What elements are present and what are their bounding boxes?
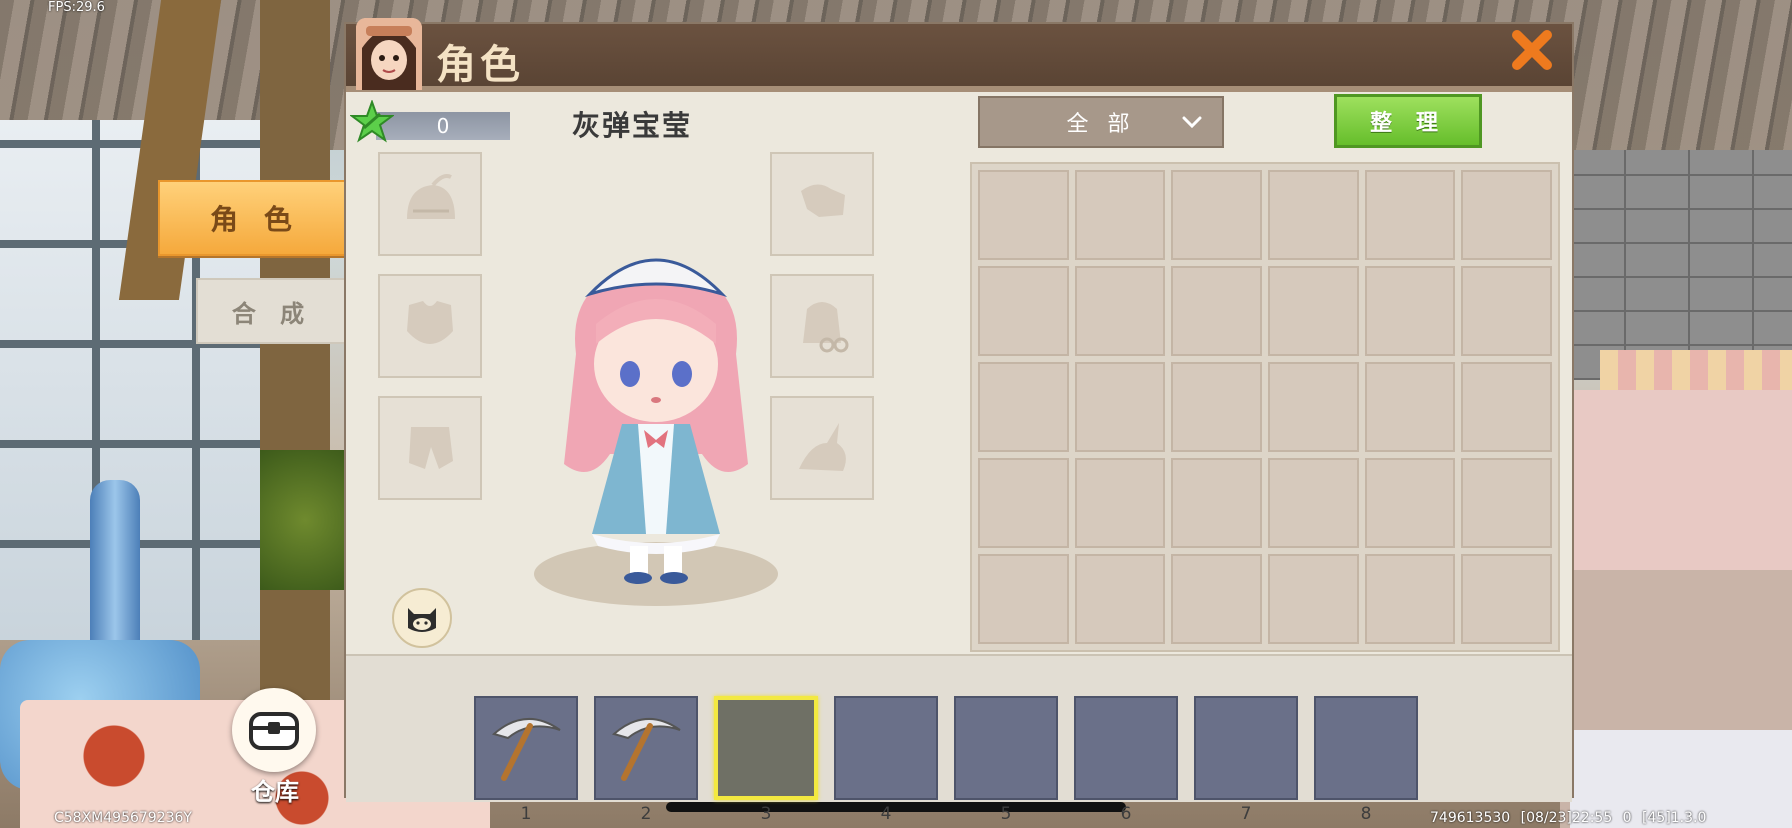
tab-craft[interactable]: 合 成	[196, 278, 348, 344]
pickaxe-icon	[491, 717, 561, 781]
fps-counter: FPS:29.6	[48, 0, 105, 15]
chest-icon	[249, 712, 299, 750]
star-icon	[349, 99, 395, 144]
hotbar-slot-number: 7	[1240, 804, 1252, 824]
panel-title: 角色	[436, 42, 524, 88]
hotbar-slot-number: 5	[1000, 804, 1012, 824]
hotbar-slot-5[interactable]	[954, 696, 1058, 800]
stone-wall	[1560, 150, 1792, 380]
pet-button[interactable]	[392, 588, 452, 648]
warehouse-button[interactable]	[232, 688, 316, 772]
tab-role-label: 角 色	[210, 203, 300, 236]
sort-button-label: 整 理	[1370, 111, 1446, 136]
avatar[interactable]	[356, 18, 422, 90]
hanging-plant	[260, 450, 350, 590]
inventory-slot[interactable]	[1171, 362, 1262, 452]
chevron-down-icon	[1182, 116, 1202, 129]
titlebar-stripe	[346, 86, 1572, 92]
score-value: 0	[376, 112, 510, 140]
hotbar-slot-4[interactable]	[834, 696, 938, 800]
inventory-slot[interactable]	[978, 554, 1069, 644]
character-panel: 角色 0 灰弹宝莹 全 部 整 理 1 2 3 4 5 6 7 8	[344, 18, 1574, 824]
dragon-icon	[799, 423, 846, 471]
inventory-slot[interactable]	[1364, 554, 1456, 644]
inventory-grid	[970, 162, 1560, 652]
kitchen-counter	[1560, 390, 1792, 570]
avatar-portrait-icon	[356, 18, 422, 90]
inventory-slot[interactable]	[1074, 458, 1166, 548]
hotbar-slot-2[interactable]	[594, 696, 698, 800]
close-icon	[1512, 30, 1552, 70]
player-uid: C58XM495679236Y	[54, 810, 192, 826]
inventory-slot[interactable]	[1171, 458, 1262, 548]
hotbar-slot-1[interactable]	[474, 696, 578, 800]
inventory-slot[interactable]	[1267, 266, 1359, 356]
pickaxe-icon	[611, 717, 681, 781]
inventory-slot[interactable]	[978, 266, 1069, 356]
inventory-slot[interactable]	[1074, 554, 1166, 644]
filter-dropdown[interactable]: 全 部	[978, 96, 1224, 148]
inventory-slot[interactable]	[1461, 458, 1552, 548]
inventory-slot[interactable]	[1364, 458, 1456, 548]
inventory-slot[interactable]	[1461, 170, 1552, 260]
hotbar-slot-number: 8	[1360, 804, 1372, 824]
inventory-slot[interactable]	[1461, 554, 1552, 644]
inventory-slot[interactable]	[1171, 266, 1262, 356]
close-button[interactable]	[1506, 24, 1558, 76]
inventory-slot[interactable]	[1171, 170, 1262, 260]
pet-icon	[408, 608, 436, 632]
hotbar-slot-number: 6	[1120, 804, 1132, 824]
hotbar-slot-number: 4	[880, 804, 892, 824]
filter-selected-label: 全 部	[1066, 112, 1136, 137]
warehouse-label: 仓库	[251, 778, 299, 806]
inventory-slot[interactable]	[1074, 266, 1166, 356]
tab-role[interactable]: 角 色	[158, 180, 352, 256]
inventory-slot[interactable]	[1364, 266, 1456, 356]
hotbar-slot-8[interactable]	[1314, 696, 1418, 800]
inventory-slot[interactable]	[1267, 554, 1359, 644]
inventory-slot[interactable]	[978, 170, 1069, 260]
inventory-slot[interactable]	[1074, 170, 1166, 260]
inventory-slot[interactable]	[1267, 458, 1359, 548]
hotbar-slot-7[interactable]	[1194, 696, 1298, 800]
inventory-slot[interactable]	[1074, 362, 1166, 452]
inventory-slot[interactable]	[1364, 362, 1456, 452]
character-model[interactable]	[526, 234, 786, 614]
leggings-icon	[409, 427, 453, 469]
inventory-slot[interactable]	[1267, 170, 1359, 260]
boots-icon	[801, 184, 845, 217]
equip-slot-helmet[interactable]	[378, 152, 482, 256]
equip-slot-chest[interactable]	[378, 274, 482, 378]
helmet-icon	[407, 174, 455, 219]
hotbar-slot-number: 1	[520, 804, 532, 824]
hotbar: 1 2 3 4 5 6 7 8	[346, 654, 1572, 824]
equip-slot-legs[interactable]	[378, 396, 482, 500]
hotbar-slot-number: 3	[760, 804, 772, 824]
hotbar-slot-3[interactable]	[714, 696, 818, 800]
sort-button[interactable]: 整 理	[1334, 94, 1482, 148]
tab-craft-label: 合 成	[231, 299, 313, 328]
chestplate-icon	[407, 301, 453, 344]
inventory-slot[interactable]	[1267, 362, 1359, 452]
backpack-icon	[803, 302, 849, 353]
character-name: 灰弹宝莹	[572, 109, 693, 142]
hotbar-slot-6[interactable]	[1074, 696, 1178, 800]
inventory-slot[interactable]	[1364, 170, 1456, 260]
inventory-slot[interactable]	[1461, 362, 1552, 452]
inventory-slot[interactable]	[978, 362, 1069, 452]
character-figure-icon	[534, 258, 778, 606]
panel-titlebar	[346, 24, 1572, 86]
hotbar-slot-number: 2	[640, 804, 652, 824]
inventory-slot[interactable]	[978, 458, 1069, 548]
inventory-slot[interactable]	[1171, 554, 1262, 644]
status-readout: 749613530 [08/23]22:55 0 [45]1.3.0	[1430, 810, 1707, 826]
inventory-slot[interactable]	[1461, 266, 1552, 356]
